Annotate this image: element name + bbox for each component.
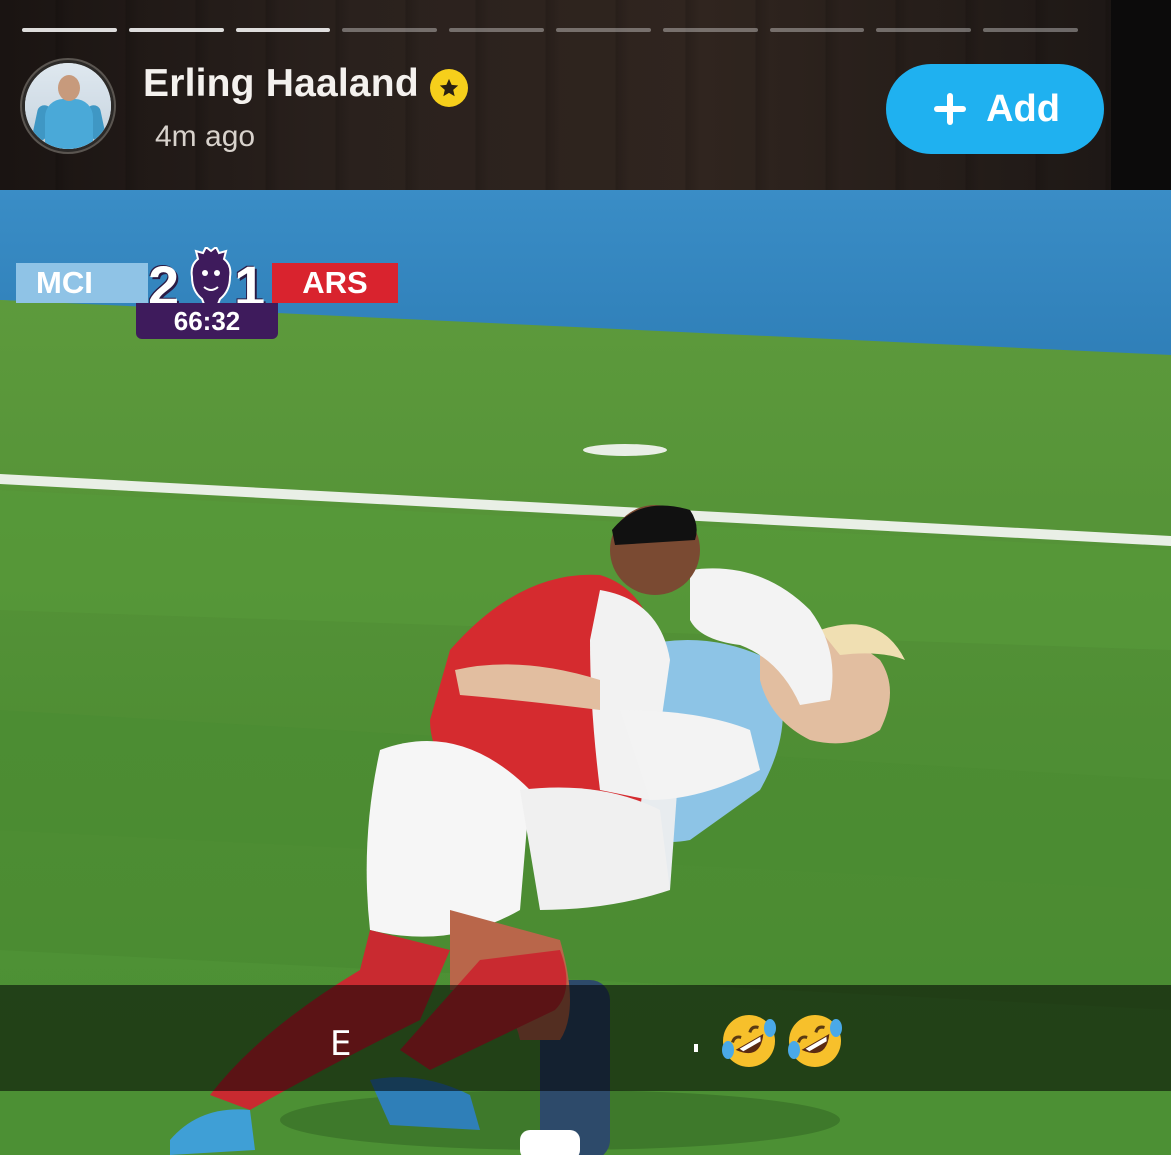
avatar-figure-head bbox=[58, 75, 80, 101]
post-timestamp: 4m ago bbox=[155, 120, 256, 153]
story-progress-segment bbox=[555, 28, 651, 32]
match-clock: 66:32 bbox=[136, 303, 278, 339]
add-button-label: Add bbox=[986, 87, 1060, 130]
premier-league-lion-icon bbox=[190, 247, 232, 309]
story-progress-segment bbox=[983, 28, 1078, 32]
story-progress-segment bbox=[235, 28, 331, 32]
rolling-laughing-emoji-icon bbox=[722, 1015, 776, 1067]
story-header: Erling Haaland 4m ago Add bbox=[0, 0, 1171, 190]
avatar-figure-body bbox=[45, 99, 93, 149]
story-viewer: Erling Haaland 4m ago Add MCI ARS 2 1 66… bbox=[0, 0, 1171, 1155]
caption-text-fragment bbox=[694, 1044, 698, 1052]
user-name[interactable]: Erling Haaland bbox=[143, 62, 419, 106]
story-progress-segment bbox=[449, 28, 544, 32]
story-progress-segment bbox=[22, 28, 117, 32]
story-progress-segment bbox=[876, 28, 972, 32]
home-team-label: MCI bbox=[16, 263, 148, 303]
rolling-laughing-emoji-icon bbox=[788, 1015, 842, 1067]
caption-bar bbox=[0, 985, 1171, 1091]
profile-avatar[interactable] bbox=[22, 60, 114, 152]
story-progress-bar bbox=[22, 28, 1078, 32]
add-friend-button[interactable]: Add bbox=[886, 64, 1104, 154]
story-progress-segment bbox=[662, 28, 758, 32]
match-scoreboard: MCI ARS 2 1 66:32 bbox=[16, 247, 398, 339]
story-progress-segment bbox=[128, 28, 224, 32]
plus-icon bbox=[934, 93, 967, 125]
story-progress-segment bbox=[769, 28, 865, 32]
story-progress-segment bbox=[342, 28, 438, 32]
caption-text: E bbox=[330, 1024, 352, 1064]
star-icon bbox=[439, 78, 459, 97]
header-edge bbox=[1111, 0, 1171, 190]
gold-star-badge-icon bbox=[430, 69, 468, 107]
away-team-label: ARS bbox=[272, 263, 398, 303]
